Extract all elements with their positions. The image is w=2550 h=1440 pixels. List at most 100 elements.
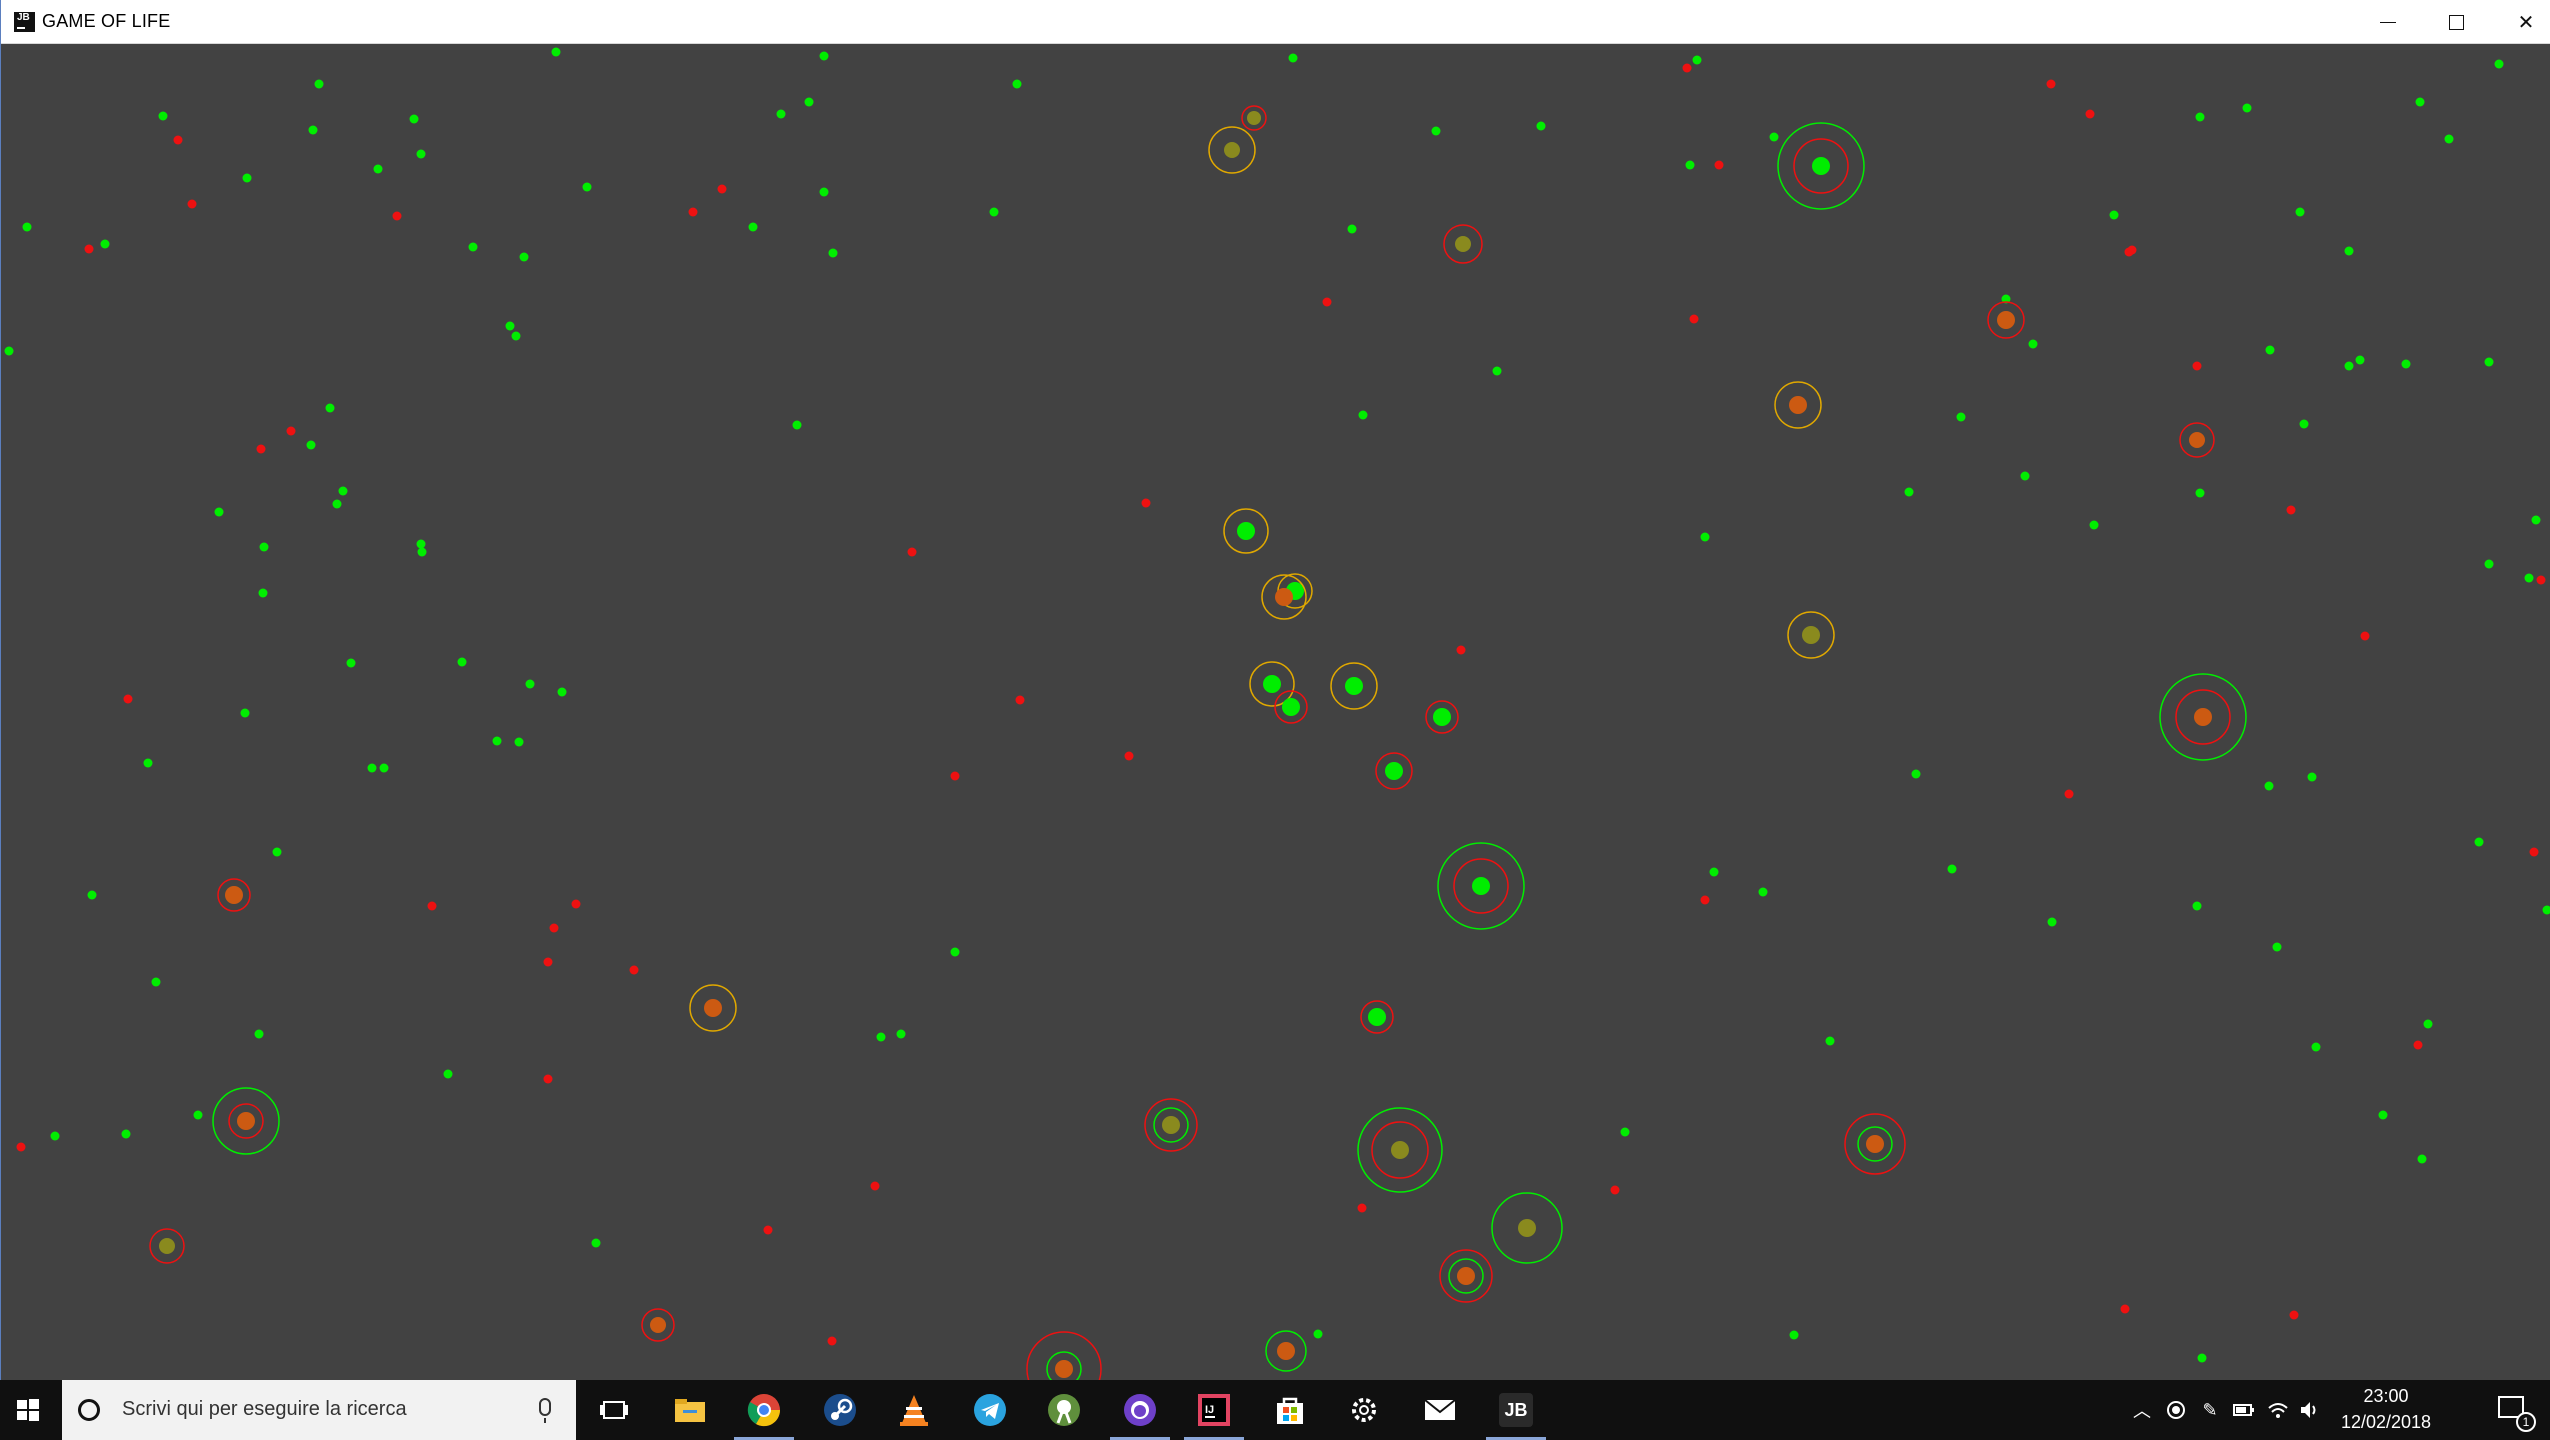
cell-core (1518, 1219, 1536, 1237)
particle (907, 547, 917, 557)
particle (259, 542, 269, 552)
particle (2127, 245, 2137, 255)
search-box[interactable]: Scrivi qui per eseguire la ricerca (62, 1380, 576, 1440)
particle (100, 239, 110, 249)
particle (143, 758, 153, 768)
steam-button[interactable] (804, 1380, 876, 1440)
volume-icon[interactable] (2298, 1398, 2322, 1422)
cortana-icon[interactable] (78, 1399, 100, 1421)
cell-core (1237, 522, 1255, 540)
particle (549, 923, 559, 933)
particle (2360, 631, 2370, 641)
particle (2529, 847, 2539, 857)
search-placeholder[interactable]: Scrivi qui per eseguire la ricerca (122, 1398, 407, 1421)
particle (2286, 505, 2296, 515)
particle (2378, 1110, 2388, 1120)
settings-button[interactable] (1328, 1380, 1400, 1440)
github-desktop-icon (1124, 1394, 1156, 1426)
github-desktop-button[interactable] (1104, 1380, 1176, 1440)
particle (256, 444, 266, 454)
particle (804, 97, 814, 107)
particle (87, 890, 97, 900)
game-of-life-taskbar-button[interactable]: JB (1480, 1380, 1552, 1440)
close-button[interactable]: ✕ (2491, 0, 2550, 44)
minimize-button[interactable] (2353, 0, 2423, 44)
microphone-icon[interactable] (539, 1398, 551, 1423)
file-explorer-button[interactable] (654, 1380, 726, 1440)
particle (2120, 1304, 2130, 1314)
start-button[interactable] (0, 1380, 56, 1440)
cell (1774, 381, 1822, 429)
particle (1682, 63, 1692, 73)
task-view-button[interactable] (578, 1380, 650, 1440)
particle (2289, 1310, 2299, 1320)
particle (2242, 103, 2252, 113)
particle (2542, 905, 2550, 915)
vlc-button[interactable] (878, 1380, 950, 1440)
cell (2179, 422, 2215, 458)
particle (2417, 1154, 2427, 1164)
chrome-button[interactable] (728, 1380, 800, 1440)
particle (1456, 645, 1466, 655)
particle (557, 687, 567, 697)
cell-core (1812, 157, 1830, 175)
particle (123, 694, 133, 704)
particle (950, 947, 960, 957)
cell-core (1162, 1116, 1180, 1134)
particle (2265, 345, 2275, 355)
particle (214, 507, 224, 517)
cell-core (1277, 1342, 1295, 1360)
battery-icon[interactable] (2232, 1398, 2256, 1422)
maximize-button[interactable] (2421, 0, 2491, 44)
store-button[interactable] (1254, 1380, 1326, 1440)
particle (748, 222, 758, 232)
simulation-canvas[interactable] (1, 44, 2550, 1380)
record-icon[interactable] (2164, 1398, 2188, 1422)
cell-core (1263, 675, 1281, 693)
particle (1689, 314, 1699, 324)
cell-core (1345, 677, 1363, 695)
vlc-icon (900, 1395, 928, 1426)
particle (2413, 1040, 2423, 1050)
particle (50, 1131, 60, 1141)
particle (876, 1032, 886, 1042)
chevron-up-icon[interactable]: ︿ (2130, 1398, 2154, 1422)
particle (543, 957, 553, 967)
particle (2109, 210, 2119, 220)
intellij-icon: IJ (1198, 1394, 1230, 1426)
particle (443, 1069, 453, 1079)
maximize-icon (2448, 14, 2464, 30)
particle (551, 47, 561, 57)
clock-date[interactable]: 12/02/2018 (2336, 1412, 2436, 1433)
app-logo-icon: JB (14, 12, 35, 32)
particle (416, 539, 426, 549)
particle (2307, 772, 2317, 782)
android-studio-button[interactable] (1028, 1380, 1100, 1440)
cell-core (1282, 698, 1300, 716)
cell-core (1802, 626, 1820, 644)
particle (950, 771, 960, 781)
particle (1700, 532, 1710, 542)
particle (16, 1142, 26, 1152)
cell (1026, 1331, 1102, 1380)
cell-core (1224, 142, 1240, 158)
cell-core (650, 1317, 666, 1333)
wifi-icon[interactable] (2266, 1398, 2290, 1422)
cell-core (704, 999, 722, 1017)
particle (2484, 559, 2494, 569)
cell-core (1275, 588, 1293, 606)
particle (1714, 160, 1724, 170)
mail-button[interactable] (1404, 1380, 1476, 1440)
clock-time[interactable]: 23:00 (2336, 1386, 2436, 1407)
particle (258, 588, 268, 598)
particle (1700, 895, 1710, 905)
intellij-button[interactable]: IJ (1178, 1380, 1250, 1440)
title-bar[interactable]: JB GAME OF LIFE ✕ (1, 0, 2550, 44)
pen-icon[interactable]: ✎ (2198, 1398, 2222, 1422)
windows-logo-icon (17, 1399, 39, 1421)
telegram-button[interactable] (954, 1380, 1026, 1440)
cell (1437, 842, 1525, 930)
cell-core (1385, 762, 1403, 780)
particle (1947, 864, 1957, 874)
file-explorer-icon (675, 1399, 705, 1422)
